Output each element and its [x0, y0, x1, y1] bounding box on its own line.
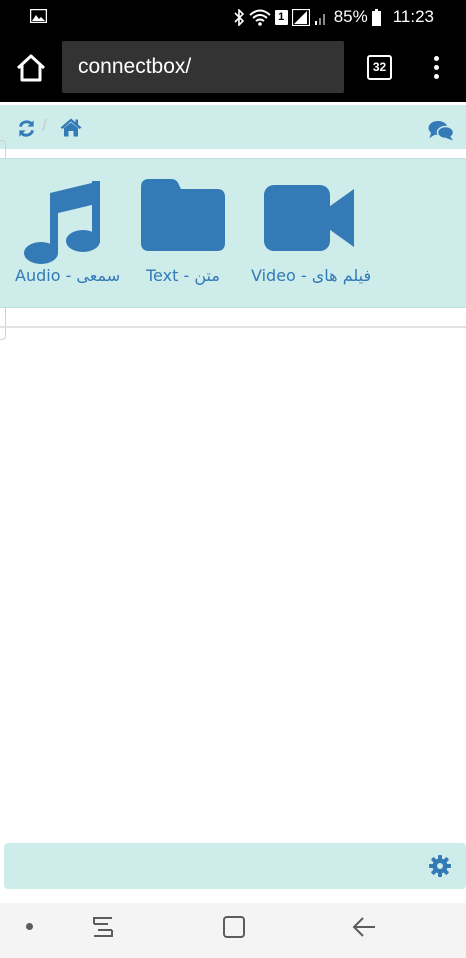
content-divider: [0, 326, 466, 328]
folder-icon: [141, 179, 225, 251]
signal-icon: [291, 8, 310, 26]
browser-home-icon[interactable]: [15, 54, 47, 82]
browser-toolbar: connectbox/ 32: [0, 34, 466, 102]
sim-slot-indicator: 1: [274, 9, 288, 25]
recent-apps-icon[interactable]: [90, 915, 116, 939]
category-video-label: Video - فیلم های: [251, 266, 372, 285]
category-audio[interactable]: Audio - سمعی: [12, 159, 120, 309]
bluetooth-icon: [234, 8, 244, 26]
url-field[interactable]: connectbox/: [62, 41, 344, 93]
back-arrow-icon[interactable]: [351, 915, 377, 939]
video-camera-icon: [264, 185, 354, 251]
gallery-notification-icon: [30, 9, 47, 23]
status-bar: 1 85% 11:23: [0, 0, 466, 34]
wifi-icon: [249, 9, 271, 26]
tab-switcher-button[interactable]: 32: [367, 55, 392, 80]
android-home-icon[interactable]: [222, 915, 246, 939]
cellular-signal-icon: [314, 13, 325, 25]
overflow-menu-icon[interactable]: [429, 56, 443, 82]
gear-icon[interactable]: [429, 855, 451, 877]
battery-percent: 85%: [333, 7, 368, 26]
chat-icon[interactable]: [428, 120, 454, 141]
category-audio-label: Audio - سمعی: [15, 266, 121, 285]
breadcrumb-bar: /: [0, 105, 466, 149]
music-icon: [24, 181, 100, 264]
home-icon[interactable]: [60, 118, 82, 137]
android-navigation-bar: [0, 903, 466, 958]
refresh-icon[interactable]: [17, 119, 36, 138]
breadcrumb-separator: /: [42, 116, 47, 135]
category-text-label: Text - متن: [146, 266, 220, 285]
clock: 11:23: [392, 7, 434, 26]
category-video[interactable]: Video - فیلم های: [250, 159, 380, 309]
category-text[interactable]: Text - متن: [138, 159, 234, 309]
media-category-panel: Audio - سمعی Text - متن Video - فیلم های: [0, 158, 466, 308]
battery-icon: [371, 8, 381, 26]
bottom-toolbar: [4, 843, 466, 889]
nav-dot-icon[interactable]: [26, 923, 33, 930]
